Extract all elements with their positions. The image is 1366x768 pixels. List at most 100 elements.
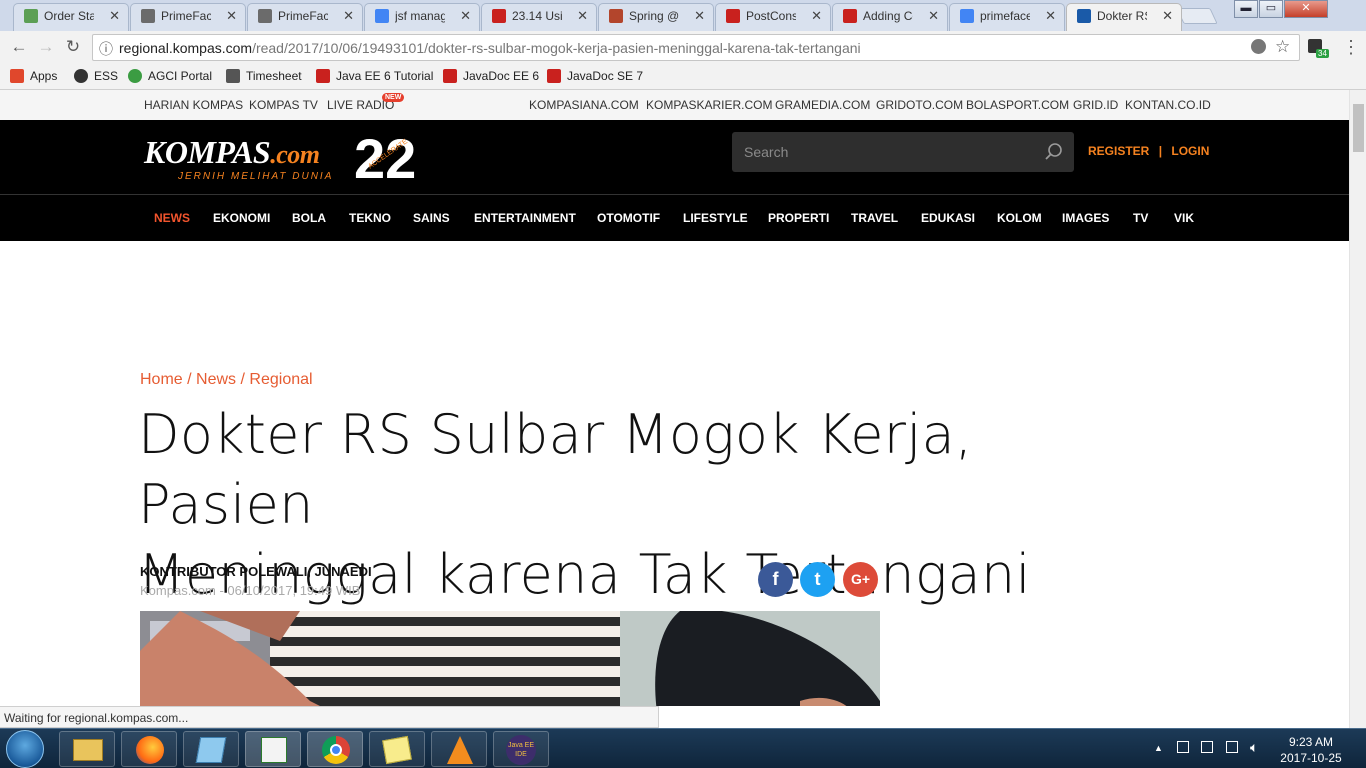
browser-tab[interactable]: jsf manage ✕ [364,3,480,31]
nav-item-edukasi[interactable]: EDUKASI [921,211,975,225]
partner-link[interactable]: GRIDOTO.COM [876,98,963,112]
register-link[interactable]: REGISTER [1088,144,1149,158]
taskbar-vlc[interactable] [431,731,487,767]
nav-item-lifestyle[interactable]: LIFESTYLE [683,211,748,225]
search-icon[interactable] [1044,142,1064,162]
partner-link[interactable]: GRID.ID [1073,98,1118,112]
action-center-tray-icon[interactable] [1226,741,1238,753]
link-harian-kompas[interactable]: HARIAN KOMPAS [144,98,243,112]
bookmark-item[interactable]: AGCI Portal [128,69,212,83]
tab-close-icon[interactable]: ✕ [460,4,471,28]
translate-icon[interactable] [1251,39,1266,54]
browser-tab[interactable]: PrimeFace ✕ [247,3,363,31]
partner-link[interactable]: GRAMEDIA.COM [775,98,870,112]
taskbar-sticky-notes[interactable] [369,731,425,767]
nav-item-kolom[interactable]: KOLOM [997,211,1042,225]
tab-label: primeface [980,9,1030,23]
browser-tab[interactable]: primeface ✕ [949,3,1065,31]
nav-item-properti[interactable]: PROPERTI [768,211,829,225]
nav-item-vik[interactable]: VIK [1174,211,1194,225]
browser-tab[interactable]: Adding Co ✕ [832,3,948,31]
scrollbar-thumb[interactable] [1353,104,1364,152]
nav-item-otomotif[interactable]: OTOMOTIF [597,211,660,225]
bookmark-item[interactable]: ESS [74,69,118,83]
tab-label: 23.14 Usin [512,9,562,23]
browser-tab[interactable]: 23.14 Usin ✕ [481,3,597,31]
tray-expand-icon[interactable]: ▲ [1154,743,1163,753]
nav-item-entertainment[interactable]: ENTERTAINMENT [474,211,576,225]
login-link[interactable]: LOGIN [1171,144,1209,158]
window-close-button[interactable]: ✕ [1284,0,1328,18]
start-button[interactable] [6,730,44,768]
tab-close-icon[interactable]: ✕ [811,4,822,28]
nav-item-travel[interactable]: TRAVEL [851,211,898,225]
nav-item-sains[interactable]: SAINS [413,211,450,225]
page-scrollbar[interactable] [1349,90,1366,728]
address-bar[interactable]: ⓘ regional.kompas.com/read/2017/10/06/19… [92,34,1300,61]
tab-close-icon[interactable]: ✕ [577,4,588,28]
browser-status-bubble: Waiting for regional.kompas.com... [0,706,659,728]
breadcrumb-news[interactable]: News [196,371,236,388]
bookmark-star-icon[interactable]: ☆ [1275,37,1290,57]
article-author[interactable]: KONTRIBUTOR POLEWALI, JUNAEDI [140,564,372,579]
bookmark-item[interactable]: Java EE 6 Tutorial [316,69,433,83]
url-text[interactable]: regional.kompas.com/read/2017/10/06/1949… [119,40,861,56]
breadcrumb-regional[interactable]: Regional [249,371,312,388]
tab-close-icon[interactable]: ✕ [226,4,237,28]
tab-close-icon[interactable]: ✕ [1162,4,1173,28]
nav-item-tekno[interactable]: TEKNO [349,211,391,225]
tab-close-icon[interactable]: ✕ [343,4,354,28]
site-logo[interactable]: KOMPAS.com [144,134,320,171]
taskbar-firefox[interactable] [121,731,177,767]
taskbar-file-explorer[interactable] [59,731,115,767]
twitter-share-button[interactable]: t [800,562,835,597]
top-links-bar: HARIAN KOMPAS KOMPAS TV LIVE RADIO NEW K… [0,90,1349,120]
menu-icon[interactable]: ⋮ [1340,37,1362,58]
reload-button[interactable]: ↻ [62,37,84,57]
folder-icon [73,739,103,761]
taskbar-java-ee-ide[interactable]: Java EE IDE [493,731,549,767]
maximize-button[interactable]: ▭ [1259,0,1283,18]
minimize-button[interactable]: ▬ [1234,0,1258,18]
link-kompas-tv[interactable]: KOMPAS TV [249,98,318,112]
nav-item-tv[interactable]: TV [1133,211,1148,225]
bookmark-item[interactable]: JavaDoc SE 7 [547,69,643,83]
google-plus-share-button[interactable]: G+ [843,562,878,597]
system-clock[interactable]: 9:23 AM 2017-10-25 [1276,734,1346,766]
nav-item-news[interactable]: NEWS [154,211,190,225]
tab-label: jsf manage [395,9,445,23]
new-tab-button[interactable] [1176,8,1218,24]
nav-item-ekonomi[interactable]: EKONOMI [213,211,270,225]
browser-tab[interactable]: Spring @F ✕ [598,3,714,31]
facebook-share-button[interactable]: f [758,562,793,597]
tab-close-icon[interactable]: ✕ [109,4,120,28]
printer-tray-icon[interactable] [1201,741,1213,753]
forward-button[interactable]: → [35,37,57,57]
volume-tray-icon[interactable]: 🔈︎ [1250,739,1258,756]
tab-close-icon[interactable]: ✕ [928,4,939,28]
browser-tab[interactable]: PrimeFace ✕ [130,3,246,31]
taskbar-chart-app[interactable] [245,731,301,767]
partner-link[interactable]: KOMPASKARIER.COM [646,98,772,112]
partner-link[interactable]: KOMPASIANA.COM [529,98,639,112]
browser-tab[interactable]: PostConst ✕ [715,3,831,31]
bookmark-item[interactable]: Apps [10,69,57,83]
nav-item-bola[interactable]: BOLA [292,211,326,225]
search-input[interactable] [744,142,1024,162]
bookmark-item[interactable]: JavaDoc EE 6 [443,69,539,83]
tab-favicon-icon [843,9,857,23]
back-button[interactable]: ← [8,37,30,57]
breadcrumb-home[interactable]: Home [140,371,183,388]
nav-item-images[interactable]: IMAGES [1062,211,1109,225]
tab-close-icon[interactable]: ✕ [694,4,705,28]
partner-link[interactable]: BOLASPORT.COM [966,98,1069,112]
browser-tab[interactable]: Dokter RS ✕ [1066,3,1182,31]
partner-link[interactable]: KONTAN.CO.ID [1125,98,1211,112]
bookmark-item[interactable]: Timesheet [226,69,302,83]
info-icon[interactable]: ⓘ [99,39,113,59]
taskbar-chrome[interactable] [307,731,363,767]
network-tray-icon[interactable] [1177,741,1189,753]
tab-close-icon[interactable]: ✕ [1045,4,1056,28]
browser-tab[interactable]: Order Stat ✕ [13,3,129,31]
taskbar-notepad[interactable] [183,731,239,767]
